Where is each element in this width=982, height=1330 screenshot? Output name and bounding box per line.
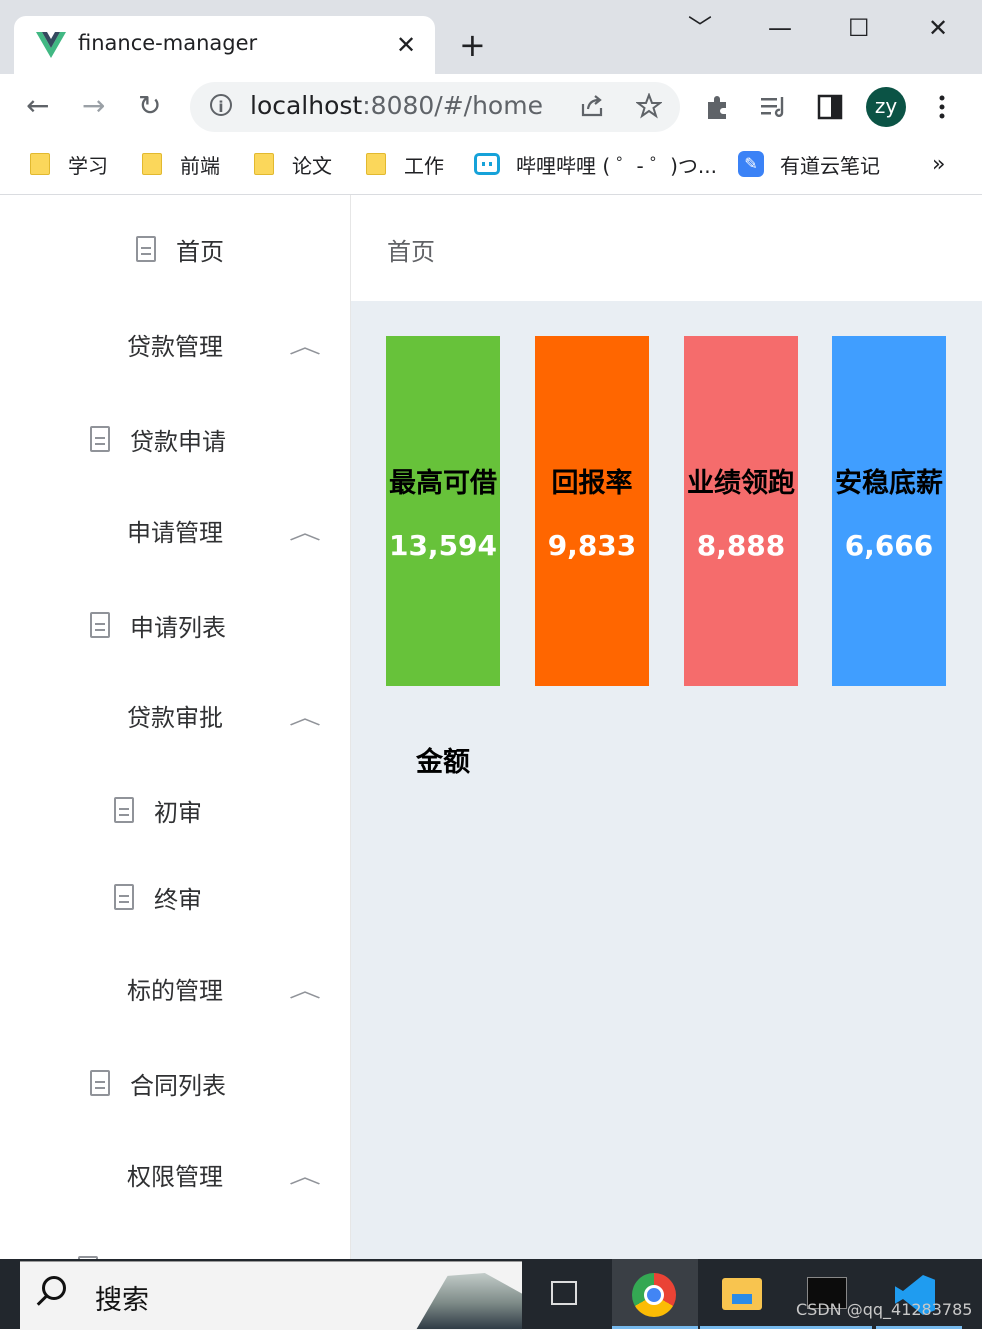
sidebar-item-loan-application[interactable]: 贷款申请 xyxy=(0,409,350,469)
sidebar-group-loan-approval[interactable]: 贷款审批 ︿ xyxy=(0,685,350,745)
forward-button[interactable]: → xyxy=(82,90,105,122)
folder-icon xyxy=(142,153,162,175)
profile-avatar[interactable]: zy xyxy=(866,87,906,127)
tab-title: finance-manager xyxy=(78,31,258,55)
sidebar-group-target-management[interactable]: 标的管理 ︿ xyxy=(0,958,350,1018)
document-icon xyxy=(90,612,110,638)
bookmark-work[interactable]: 工作 xyxy=(366,149,444,179)
chevron-up-icon: ︿ xyxy=(289,333,321,358)
folder-icon xyxy=(254,153,274,175)
document-icon xyxy=(114,797,134,823)
sidebar-menu: 首页 贷款管理 ︿ 贷款申请 申请管理 ︿ 申请列表 贷款审批 ︿ 初审 终审 … xyxy=(0,195,351,1259)
sidebar-item-home[interactable]: 首页 xyxy=(0,219,350,279)
back-button[interactable]: ← xyxy=(26,90,49,122)
site-info-icon[interactable]: i xyxy=(210,94,232,116)
share-icon[interactable] xyxy=(580,94,606,118)
side-panel-icon[interactable] xyxy=(817,94,843,120)
stat-card-value: 8,888 xyxy=(696,529,786,562)
breadcrumb-home: 首页 xyxy=(387,238,435,266)
star-icon[interactable] xyxy=(636,93,662,119)
sidebar-group-application-management[interactable]: 申请管理 ︿ xyxy=(0,500,350,560)
chevron-up-icon: ︿ xyxy=(289,1163,321,1188)
close-window-button[interactable]: ✕ xyxy=(928,14,948,42)
stat-card-label: 最高可借 xyxy=(389,468,497,499)
maximize-button[interactable]: ☐ xyxy=(848,14,870,42)
chevron-up-icon: ︿ xyxy=(289,977,321,1002)
extensions-icon[interactable] xyxy=(704,93,732,121)
browser-menu-icon[interactable] xyxy=(938,94,946,120)
chrome-icon xyxy=(632,1273,676,1317)
document-icon xyxy=(90,1070,110,1096)
task-view-icon[interactable] xyxy=(551,1281,577,1305)
amount-label: 金额 xyxy=(416,747,470,778)
bilibili-icon xyxy=(474,153,500,175)
bookmark-study[interactable]: 学习 xyxy=(30,149,108,179)
chevron-up-icon: ︿ xyxy=(289,704,321,729)
taskbar-search-text: 搜索 xyxy=(95,1285,149,1316)
stat-card-performance-lead: 业绩领跑 8,888 xyxy=(684,336,798,686)
sidebar-group-permission-management[interactable]: 权限管理 ︿ xyxy=(0,1144,350,1204)
bookmark-papers[interactable]: 论文 xyxy=(254,149,332,179)
minimize-button[interactable]: — xyxy=(768,14,792,42)
chevron-up-icon: ︿ xyxy=(289,519,321,544)
document-icon xyxy=(90,426,110,452)
bookmark-bilibili[interactable]: 哔哩哔哩 ( ゜- ゜)つ... xyxy=(474,149,717,179)
file-explorer-icon xyxy=(722,1278,762,1310)
stat-card-max-borrow: 最高可借 13,594 xyxy=(386,336,500,686)
bookmark-frontend[interactable]: 前端 xyxy=(142,149,220,179)
sidebar-item-final-review[interactable]: 终审 xyxy=(0,867,350,927)
stat-card-label: 业绩领跑 xyxy=(687,468,795,499)
folder-icon xyxy=(366,153,386,175)
new-tab-button[interactable]: + xyxy=(459,28,486,62)
reading-list-icon[interactable] xyxy=(760,95,788,119)
reload-button[interactable]: ↻ xyxy=(138,90,161,122)
youdao-note-icon: ✎ xyxy=(738,151,764,177)
stat-card-stable-salary: 安稳底薪 6,666 xyxy=(832,336,946,686)
document-icon xyxy=(114,884,134,910)
folder-icon xyxy=(30,153,50,175)
sidebar-item-contract-list[interactable]: 合同列表 xyxy=(0,1053,350,1113)
stat-card-return-rate: 回报率 9,833 xyxy=(535,336,649,686)
search-icon xyxy=(42,1276,66,1300)
sidebar-item-first-review[interactable]: 初审 xyxy=(0,780,350,840)
tab-search-chevron-icon[interactable]: ﹀ xyxy=(688,14,712,42)
tab-close-icon[interactable]: ✕ xyxy=(396,30,416,60)
sidebar-item-application-list[interactable]: 申请列表 xyxy=(0,595,350,655)
stat-card-value: 13,594 xyxy=(388,529,498,562)
csdn-watermark: CSDN @qq_41283785 xyxy=(796,1300,973,1319)
sidebar-item-partial[interactable] xyxy=(0,1239,350,1259)
stat-card-label: 回报率 xyxy=(551,468,633,499)
stat-card-value: 9,833 xyxy=(547,529,637,562)
page-header xyxy=(351,195,982,301)
vue-logo-icon xyxy=(36,32,66,58)
stat-card-value: 6,666 xyxy=(844,529,934,562)
bookmarks-overflow-button[interactable]: » xyxy=(932,149,945,179)
sidebar-group-loan-management[interactable]: 贷款管理 ︿ xyxy=(0,314,350,374)
document-icon xyxy=(136,236,156,262)
url-text[interactable]: localhost:8080/#/home xyxy=(250,91,543,120)
bookmark-youdao-note[interactable]: ✎ 有道云笔记 xyxy=(738,149,880,179)
stat-card-label: 安稳底薪 xyxy=(835,468,943,499)
